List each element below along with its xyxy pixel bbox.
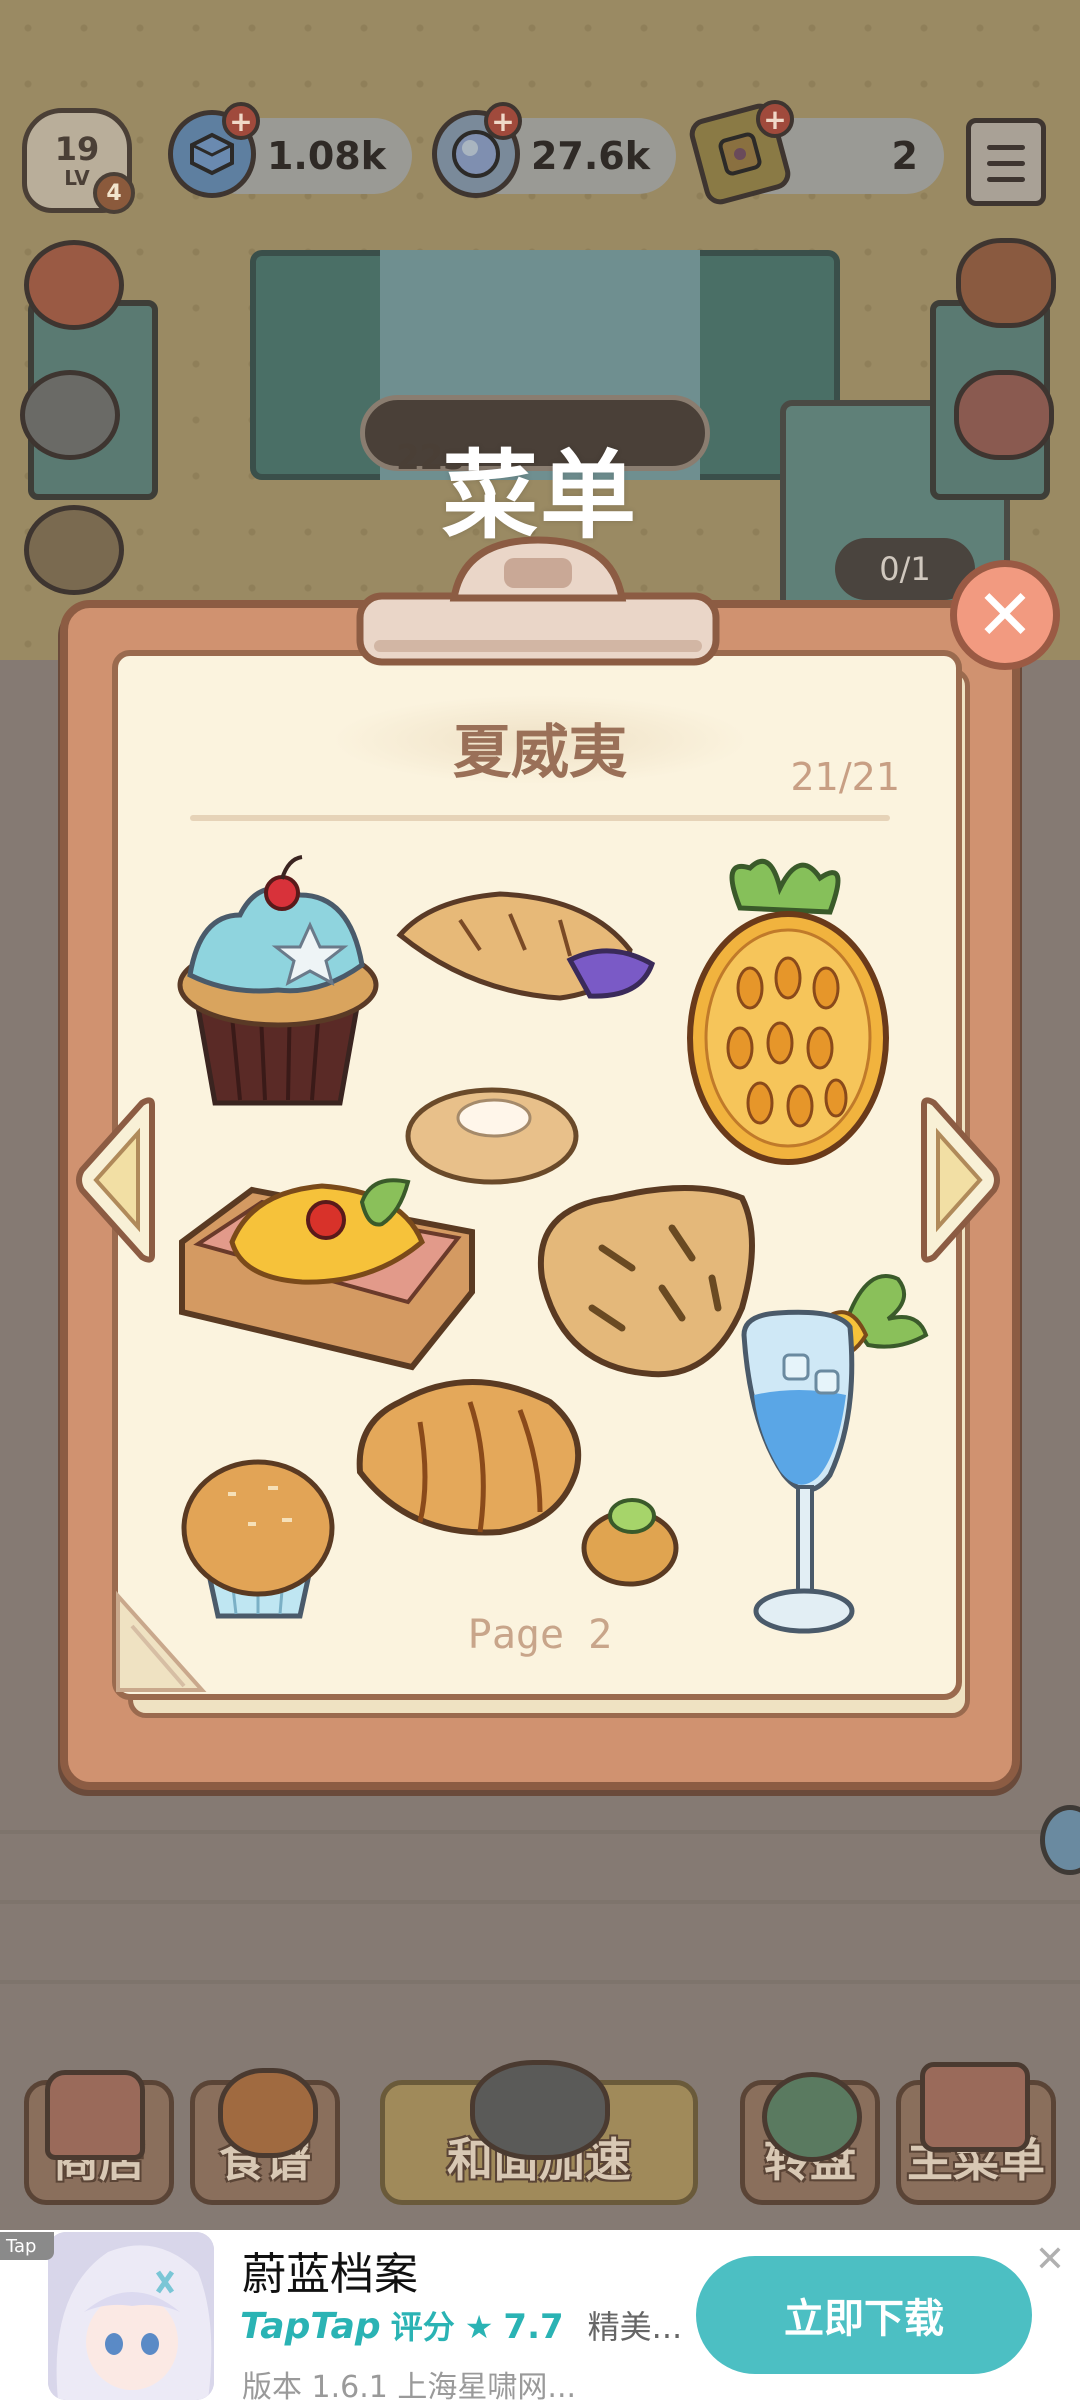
title-divider bbox=[190, 815, 890, 821]
currency-2-value: 27.6k bbox=[530, 134, 650, 178]
add-currency-2-button[interactable]: + bbox=[484, 102, 522, 140]
level-label: LV bbox=[64, 165, 90, 190]
floor-pattern bbox=[0, 1980, 1080, 2020]
house-icon bbox=[920, 2062, 1030, 2152]
ad-rating-row: TapTap 评分 ★ 7.7 精美... bbox=[240, 2302, 682, 2348]
shop-icon bbox=[45, 2070, 145, 2160]
next-page-button[interactable] bbox=[912, 1095, 1008, 1265]
cream-bun-icon[interactable] bbox=[402, 1078, 582, 1186]
crumble-muffin-icon[interactable] bbox=[178, 1452, 338, 1624]
recipe-count: 21/21 bbox=[790, 755, 900, 799]
page-indicator: Page 2 bbox=[467, 1612, 613, 1658]
red-panda-icon[interactable] bbox=[24, 240, 124, 330]
close-icon: ✕ bbox=[975, 574, 1035, 656]
bear-icon bbox=[470, 2060, 610, 2160]
add-currency-1-button[interactable]: + bbox=[222, 102, 260, 140]
ad-close-icon[interactable]: ✕ bbox=[1032, 2242, 1068, 2278]
star-icon: ★ bbox=[464, 2308, 494, 2346]
roulette-wheel-icon bbox=[762, 2072, 862, 2162]
koala-icon[interactable] bbox=[20, 370, 120, 460]
add-currency-3-button[interactable]: + bbox=[756, 100, 794, 138]
cupcake-with-cherry-icon[interactable] bbox=[170, 855, 385, 1115]
ad-app-icon[interactable] bbox=[48, 2232, 214, 2400]
recipe-category-title: 夏威夷 bbox=[452, 718, 627, 786]
rainbow-jar-icon[interactable] bbox=[956, 238, 1056, 328]
rating-score: 7.7 bbox=[503, 2307, 564, 2347]
piggy-bank-icon[interactable] bbox=[954, 370, 1054, 460]
menu-title: 菜单 bbox=[442, 440, 638, 552]
blue-hawaii-cocktail-icon[interactable] bbox=[738, 1255, 930, 1650]
ad-app-name: 蔚蓝档案 bbox=[242, 2249, 418, 2300]
previous-page-button[interactable] bbox=[68, 1095, 164, 1265]
level-number: 19 bbox=[54, 129, 100, 168]
green-topped-puff-icon[interactable] bbox=[578, 1488, 682, 1588]
ad-tag: Tap bbox=[0, 2232, 54, 2260]
floor-pattern bbox=[0, 1900, 1080, 1940]
order-counter-value: 0/1 bbox=[879, 550, 931, 588]
cheese-toast-icon[interactable] bbox=[172, 1172, 484, 1372]
notebook-icon[interactable] bbox=[966, 118, 1046, 206]
order-counter: 0/1 bbox=[835, 538, 975, 600]
bread-icon bbox=[218, 2068, 318, 2158]
currency-3-value: 2 bbox=[891, 134, 918, 178]
duck-icon[interactable] bbox=[24, 505, 124, 595]
download-button[interactable]: 立即下载 bbox=[696, 2256, 1032, 2374]
rating-label: 评分 bbox=[390, 2308, 455, 2346]
player-level-badge[interactable]: 19 LV 4 bbox=[22, 108, 135, 214]
herb-focaccia-icon[interactable] bbox=[522, 1178, 767, 1388]
taptap-brand: TapTap bbox=[240, 2306, 381, 2347]
croissant-roll-icon[interactable] bbox=[350, 1362, 590, 1540]
purple-filled-pastry-icon[interactable] bbox=[390, 880, 660, 1020]
level-sub-badge: 4 bbox=[93, 172, 135, 214]
close-button[interactable]: ✕ bbox=[950, 560, 1060, 670]
floor-pattern bbox=[0, 1830, 1080, 1870]
ad-meta: 版本 1.6.1 上海星啸网... bbox=[242, 2370, 577, 2400]
ad-description: 精美... bbox=[587, 2308, 683, 2346]
pineapple-bread-icon[interactable] bbox=[680, 848, 895, 1168]
currency-1-value: 1.08k bbox=[266, 134, 386, 178]
